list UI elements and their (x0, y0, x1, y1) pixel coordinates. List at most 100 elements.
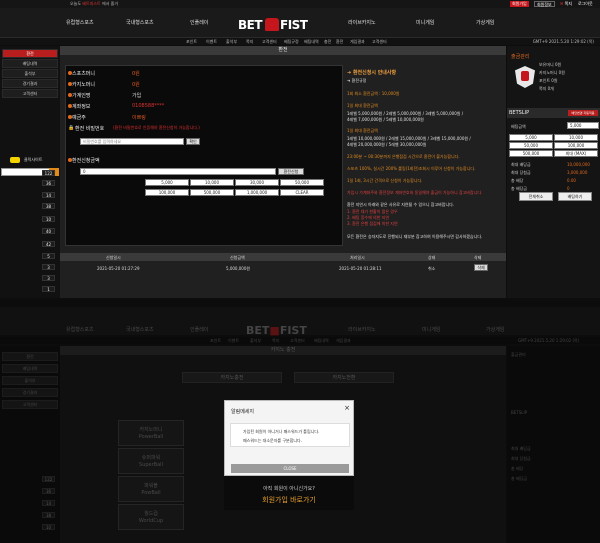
col-header-delete: 삭제 (474, 255, 482, 260)
signup-button[interactable]: 회원가입 (510, 1, 529, 7)
notice-title-text: 환전신청시 안내사항 (352, 70, 397, 76)
subnav-event[interactable]: 이벤트 (206, 39, 217, 45)
sub-nav: 포인트 이벤트 출석부 쪽지 고객센터 베팅규정 배팅내역 충전 환전 게임결과… (0, 38, 600, 45)
notice-subtitle-text: 환전규정 (351, 78, 367, 83)
subnav-support-2[interactable]: 고객센터 (372, 39, 387, 45)
left-menu-withdraw[interactable]: 환전 (2, 49, 58, 58)
count-badge: 3 (42, 275, 55, 281)
notice-prefix: 오늘도 (70, 1, 82, 6)
col-header-status: 상태 (428, 255, 436, 260)
brand-logo[interactable]: BET FIST (238, 18, 308, 34)
bank-holder-value: 이쁘링 (132, 115, 146, 121)
main-nav: 유럽형스포츠 국내형스포츠 인플레이 BET FIST 라이브카지노 미니게임 … (0, 8, 600, 38)
place-bet-button[interactable]: 배팅하기 (558, 192, 592, 201)
logo-text-fist: FIST (280, 18, 308, 32)
subnav-point[interactable]: 포인트 (186, 39, 197, 45)
password-row: 🔒 환전 비밀번호 (환전 비밀번호로 인증해야 환전신청이 가능합니다.) (68, 124, 338, 134)
dimmed-left: 환전 배팅내역 출석부 경기결과 고객센터 122 36 14 38 10 (0, 346, 60, 543)
subnav-attendance[interactable]: 출석부 (226, 39, 237, 45)
nav-live-casino[interactable]: 라이브카지노 (348, 19, 376, 26)
subnav-game-result[interactable]: 게임결과 (350, 39, 365, 45)
notice-marquee: 오늘도 베트피스트 에서 즐거 (70, 1, 118, 7)
amount-100000-button[interactable]: 100,000 (145, 189, 189, 196)
row-status: 취소 (428, 266, 436, 271)
count-badge: 14 (42, 192, 55, 198)
row-delete-button[interactable]: 삭제 (474, 264, 488, 271)
withdraw-history-table: 신청일시 신청금액 처리일시 상태 삭제 2021-05-20 01:27:29… (60, 253, 506, 283)
bet-max-button[interactable]: 최대 (MAX) (554, 150, 598, 157)
dimmed-nav: 유럽형스포츠 국내형스포츠 인플레이 BET■FIST 라이브카지노 미니게임 … (0, 307, 600, 337)
amount-500000-button[interactable]: 500,000 (190, 189, 234, 196)
bet-50000-button[interactable]: 50,000 (509, 142, 553, 149)
dimmed-row: 최대 당첨금 (511, 456, 531, 461)
subnav-rules[interactable]: 베팅규정 (284, 39, 299, 45)
subnav-message[interactable]: 쪽지 (246, 39, 253, 45)
amount-30000-button[interactable]: 30,000 (235, 179, 279, 186)
dimmed-card: 파워볼 PowBall (118, 476, 184, 502)
left-menu-bet-history[interactable]: 배팅내역 (2, 59, 58, 68)
dimmed-subnav-item: 출석부 (250, 338, 262, 343)
dimmed-badge: 10 (42, 524, 55, 530)
subnav-withdraw[interactable]: 환전 (336, 39, 343, 45)
dimmed-card: 카지노머니 PowerBall (118, 420, 184, 446)
nav-euro-sports[interactable]: 유럽형스포츠 (66, 19, 94, 26)
left-menu-attendance[interactable]: 출석부 (2, 69, 58, 78)
member-info-button[interactable]: 회원정보 (534, 1, 555, 7)
nav-inplay[interactable]: 인플레이 (190, 19, 208, 26)
nav-mini-game[interactable]: 미니게임 (416, 19, 434, 26)
bet-amount-input[interactable]: 5,000 (567, 122, 599, 129)
modal-close-button[interactable]: CLOSE (231, 464, 349, 473)
envelope-icon: ✉ (560, 1, 564, 6)
notice-line: 1일 최대 환전금액 (347, 103, 378, 108)
password-confirm-button[interactable]: 확인 (186, 138, 200, 145)
notice-suffix: 에서 즐거 (102, 1, 119, 6)
count-badge: 5 (42, 253, 55, 259)
account-row: 계좌정보 0108588**** (68, 102, 268, 112)
message-button[interactable]: ✉ 쪽지 (558, 1, 574, 7)
dimmed-logo: BET■FIST (246, 324, 307, 337)
amount-1000000-button[interactable]: 1,000,000 (235, 189, 279, 196)
withdraw-password-input[interactable]: 비밀번호를 입력하세요 (80, 138, 184, 145)
left-menu-support[interactable]: 고객센터 (2, 89, 58, 98)
bet-500000-button[interactable]: 500,000 (509, 150, 553, 157)
kakao-icon[interactable] (10, 157, 20, 163)
bet-100000-button[interactable]: 100,000 (554, 142, 598, 149)
subnav-bet-history[interactable]: 배팅내역 (304, 39, 319, 45)
count-badge: 36 (42, 180, 55, 186)
amount-clear-button[interactable]: CLEAR (280, 189, 324, 196)
subnav-deposit[interactable]: 충전 (324, 39, 331, 45)
odds-auto-toggle[interactable]: 배당변경 자동적용 (568, 110, 598, 116)
amount-50000-button[interactable]: 50,000 (280, 179, 324, 186)
notice-line: 가입시 가계좌주와 환전정보 계좌번호와 동일해야 출금이 가능하니 참고바랍니… (347, 190, 483, 195)
signup-link[interactable]: 회원가입 바로가기 (224, 495, 354, 505)
arrow-icon: ➜ (347, 78, 351, 83)
logout-button[interactable]: 로그아웃 (576, 1, 595, 7)
betslip-title: BETSLIP (509, 110, 530, 116)
dimmed-nav-item: 유럽형스포츠 (66, 327, 94, 333)
bet-10000-button[interactable]: 10,000 (554, 134, 598, 141)
withdraw-amount-input[interactable]: 0 (80, 168, 276, 175)
amount-10000-button[interactable]: 10,000 (190, 179, 234, 186)
nav-virtual-game[interactable]: 가상게임 (476, 19, 494, 26)
left-menu-result[interactable]: 경기결과 (2, 79, 58, 88)
row-process-time: 2021-05-20 01:28:11 (339, 266, 382, 271)
close-icon[interactable]: × (343, 404, 351, 412)
dimmed-badge: 122 (42, 476, 55, 482)
dimmed-nav-item: 가상게임 (486, 327, 505, 333)
row-amount: 5,000,000원 (226, 266, 251, 271)
row-request-time: 2021-05-20 01:27:29 (97, 266, 140, 271)
col-header-process-time: 처리일시 (350, 255, 365, 260)
withdraw-apply-button[interactable]: 환전신청 (278, 168, 304, 175)
subnav-support[interactable]: 고객센터 (262, 39, 277, 45)
dimmed-subnav-item: 포인트 (210, 338, 222, 343)
amount-5000-button[interactable]: 5,000 (145, 179, 189, 186)
bank-holder-row: 예금주 이쁘링 (68, 113, 268, 123)
dimmed-subnav-item: 배팅내역 (314, 338, 329, 343)
bet-5000-button[interactable]: 5,000 (509, 134, 553, 141)
sports-money-label: 스포츠머니 (72, 71, 96, 77)
col-header-amount: 신청금액 (230, 255, 245, 260)
dimmed-card: 월드컵 WorldCup (118, 504, 184, 530)
nav-korea-sports[interactable]: 국내형스포츠 (126, 19, 154, 26)
count-badge: 1 (42, 286, 55, 292)
cancel-all-button[interactable]: 전체취소 (519, 192, 553, 201)
